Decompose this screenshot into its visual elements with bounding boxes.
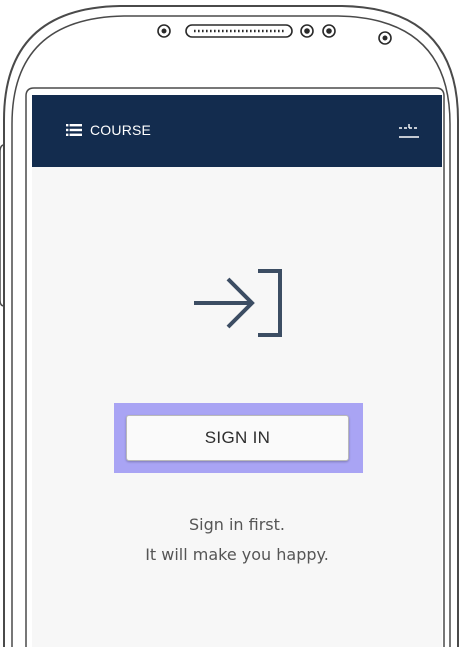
sign-in-button[interactable]: SIGN IN	[126, 415, 349, 461]
screenshot-stage: COURSE SIGN IN Sign in first. It will ma…	[0, 0, 462, 647]
app-screen: COURSE SIGN IN Sign in first. It will ma…	[32, 95, 442, 647]
app-bar: COURSE	[32, 95, 442, 167]
speaker-grille-icon	[185, 24, 293, 38]
proximity-sensor-icon	[378, 31, 392, 45]
sign-in-arrow-icon	[194, 269, 282, 337]
front-camera-icon	[157, 24, 171, 38]
list-menu-icon	[66, 124, 82, 136]
app-title: COURSE	[90, 122, 152, 138]
signin-message-line1: Sign in first.	[188, 515, 285, 534]
signin-message-line2: It will make you happy.	[145, 545, 329, 564]
filter-sliders-icon[interactable]	[396, 117, 422, 143]
menu-button[interactable]: COURSE	[66, 117, 151, 143]
